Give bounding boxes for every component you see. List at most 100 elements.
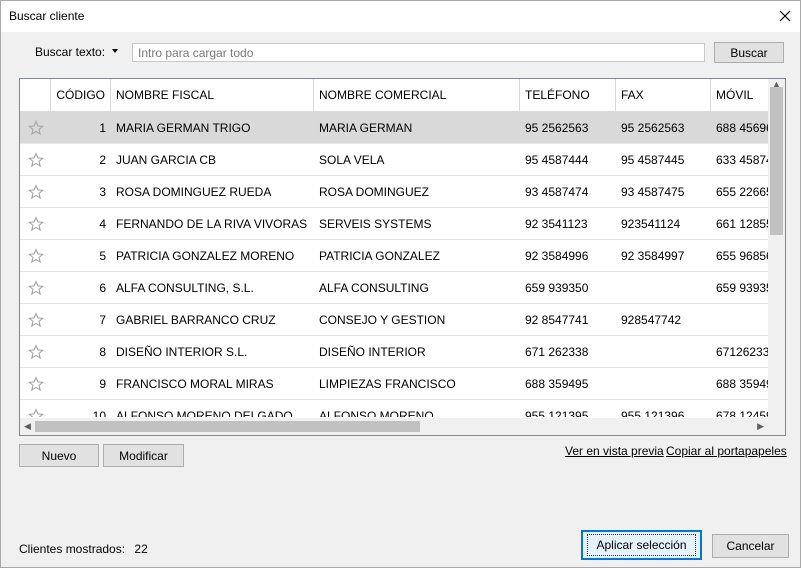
cell-fax [616, 272, 711, 304]
star-outline-icon[interactable] [28, 312, 44, 328]
search-label: Buscar texto: [35, 45, 106, 59]
cell-fax: 928547742 [621, 313, 682, 327]
cell-nombre-comercial: PATRICIA GONZALEZ [319, 249, 440, 263]
cell-telefono: 93 4587474 [525, 185, 589, 199]
cancel-button[interactable]: Cancelar [712, 534, 789, 558]
cell-nombre-comercial: DISEÑO INTERIOR [319, 345, 426, 359]
cell-nombre-comercial: ALFONSO MORENO [319, 409, 434, 417]
star-outline-icon[interactable] [28, 248, 44, 264]
cell-movil [711, 304, 768, 336]
column-header-nombre-comercial[interactable]: NOMBRE COMERCIAL [314, 79, 520, 112]
close-button[interactable] [770, 1, 800, 31]
scrollbar-corner [768, 418, 785, 435]
grid-header: CÓDIGO NOMBRE FISCAL NOMBRE COMERCIAL TE… [20, 79, 768, 112]
star-outline-icon[interactable] [28, 344, 44, 360]
star-outline-icon[interactable] [28, 152, 44, 168]
nuevo-button[interactable]: Nuevo [19, 444, 99, 467]
cell-codigo: 6 [99, 281, 106, 295]
grid-rows: 1 MARIA GERMAN TRIGO MARIA GERMAN 95 256256… [20, 112, 768, 417]
star-outline-icon[interactable] [28, 408, 44, 417]
cell-telefono: 92 8547741 [525, 313, 589, 327]
column-header-telefono[interactable]: TELÉFONO [520, 79, 616, 112]
cell-movil: 688 359495 [716, 377, 768, 391]
apply-selection-label: Aplicar selección [587, 534, 696, 556]
star-outline-icon[interactable] [28, 280, 44, 296]
column-header-codigo[interactable]: CÓDIGO [51, 79, 111, 112]
table-row[interactable]: 1 MARIA GERMAN TRIGO MARIA GERMAN 95 256256… [20, 112, 768, 144]
cell-fax: 93 4587475 [621, 185, 685, 199]
copy-clipboard-link[interactable]: Copiar al portapapeles [666, 444, 787, 458]
preview-link[interactable]: Ver en vista previa [565, 444, 664, 458]
cell-codigo: 9 [99, 377, 106, 391]
cell-nombre-fiscal: PATRICIA GONZALEZ MORENO [116, 249, 295, 263]
star-outline-icon[interactable] [28, 216, 44, 232]
cell-movil: 659 939350 [716, 281, 768, 295]
table-row[interactable]: 8 DISEÑO INTERIOR S.L. DISEÑO INTERIOR 671 … [20, 336, 768, 368]
table-row[interactable]: 4 FERNANDO DE LA RIVA VIVORAS SERVEIS SYST… [20, 208, 768, 240]
cell-telefono: 671 262338 [525, 345, 589, 359]
star-outline-icon[interactable] [28, 184, 44, 200]
window-title: Buscar cliente [9, 9, 85, 23]
cell-telefono: 95 2562563 [525, 121, 589, 135]
table-row[interactable]: 9 FRANCISCO MORAL MIRAS LIMPIEZAS FRANCISC… [20, 368, 768, 400]
cell-nombre-comercial: MARIA GERMAN [319, 121, 413, 135]
cell-fax [616, 336, 711, 368]
scroll-left-icon[interactable]: ◀ [24, 418, 31, 435]
cell-telefono: 659 939350 [525, 281, 589, 295]
status-bar: Clientes mostrados: 22 [19, 542, 148, 556]
column-header-nombre-fiscal[interactable]: NOMBRE FISCAL [111, 79, 314, 112]
cell-codigo: 5 [99, 249, 106, 263]
cell-nombre-comercial: ROSA DOMINGUEZ [319, 185, 430, 199]
table-row[interactable]: 2 JUAN GARCIA CB SOLA VELA 95 4587444 95 458… [20, 144, 768, 176]
cell-telefono: 955 121395 [525, 409, 589, 417]
star-outline-icon[interactable] [28, 376, 44, 392]
cell-movil: 655 968563 [716, 249, 768, 263]
star-outline-icon[interactable] [28, 120, 44, 136]
cell-telefono: 95 4587444 [525, 153, 589, 167]
table-row[interactable]: 6 ALFA CONSULTING, S.L. ALFA CONSULTING 659… [20, 272, 768, 304]
cell-nombre-fiscal: ROSA DOMINGUEZ RUEDA [116, 185, 272, 199]
cell-codigo: 7 [99, 313, 106, 327]
cell-movil: 688 456963 [716, 121, 768, 135]
cell-telefono: 92 3584996 [525, 249, 589, 263]
cell-fax: 923541124 [621, 217, 681, 231]
search-input[interactable] [132, 43, 705, 62]
cell-codigo: 1 [99, 121, 106, 135]
cell-nombre-fiscal: JUAN GARCIA CB [116, 153, 217, 167]
search-button[interactable]: Buscar [714, 42, 784, 63]
clients-grid: CÓDIGO NOMBRE FISCAL NOMBRE COMERCIAL TE… [19, 78, 786, 436]
cell-nombre-fiscal: FERNANDO DE LA RIVA VIVORAS [116, 217, 308, 231]
cell-nombre-comercial: LIMPIEZAS FRANCISCO [319, 377, 456, 391]
cell-telefono: 688 359495 [525, 377, 589, 391]
scroll-right-icon[interactable]: ▶ [757, 418, 764, 435]
buscar-cliente-dialog: Buscar cliente Buscar texto: Buscar CÓDI… [0, 0, 801, 568]
cell-nombre-fiscal: ALFONSO MORENO DELGADO [116, 409, 293, 417]
column-header-fax[interactable]: FAX [616, 79, 711, 112]
column-header-favorite[interactable] [20, 79, 51, 112]
cell-movil: 671262338 [716, 345, 768, 359]
cell-nombre-comercial: SOLA VELA [319, 153, 385, 167]
chevron-down-icon[interactable] [111, 48, 119, 54]
table-row[interactable]: 5 PATRICIA GONZALEZ MORENO PATRICIA GONZAL… [20, 240, 768, 272]
cell-codigo: 8 [99, 345, 106, 359]
cell-telefono: 92 3541123 [525, 217, 588, 231]
close-icon [779, 10, 791, 22]
modificar-button[interactable]: Modificar [103, 444, 184, 467]
cell-codigo: 2 [99, 153, 106, 167]
horizontal-scrollbar[interactable]: ◀ ▶ [20, 418, 768, 435]
cell-fax [616, 368, 711, 400]
vertical-scroll-thumb[interactable] [770, 87, 783, 235]
vertical-scrollbar[interactable]: ▲ [768, 79, 785, 419]
cell-movil: 678 124596 [716, 409, 768, 417]
column-header-movil[interactable]: MÓVIL [711, 79, 768, 112]
cell-fax: 95 2562563 [621, 121, 685, 135]
table-row[interactable]: 3 ROSA DOMINGUEZ RUEDA ROSA DOMINGUEZ 93 45… [20, 176, 768, 208]
cell-fax: 92 3584997 [621, 249, 685, 263]
apply-selection-button[interactable]: Aplicar selección [581, 530, 702, 560]
table-row[interactable]: 7 GABRIEL BARRANCO CRUZ CONSEJO Y GESTION 9… [20, 304, 768, 336]
cell-nombre-fiscal: GABRIEL BARRANCO CRUZ [116, 313, 276, 327]
horizontal-scroll-thumb[interactable] [35, 421, 420, 432]
table-row[interactable]: 10 ALFONSO MORENO DELGADO ALFONSO MORENO 95… [20, 400, 768, 417]
cell-movil: 655 226655 [716, 185, 768, 199]
cell-codigo: 10 [92, 409, 106, 417]
